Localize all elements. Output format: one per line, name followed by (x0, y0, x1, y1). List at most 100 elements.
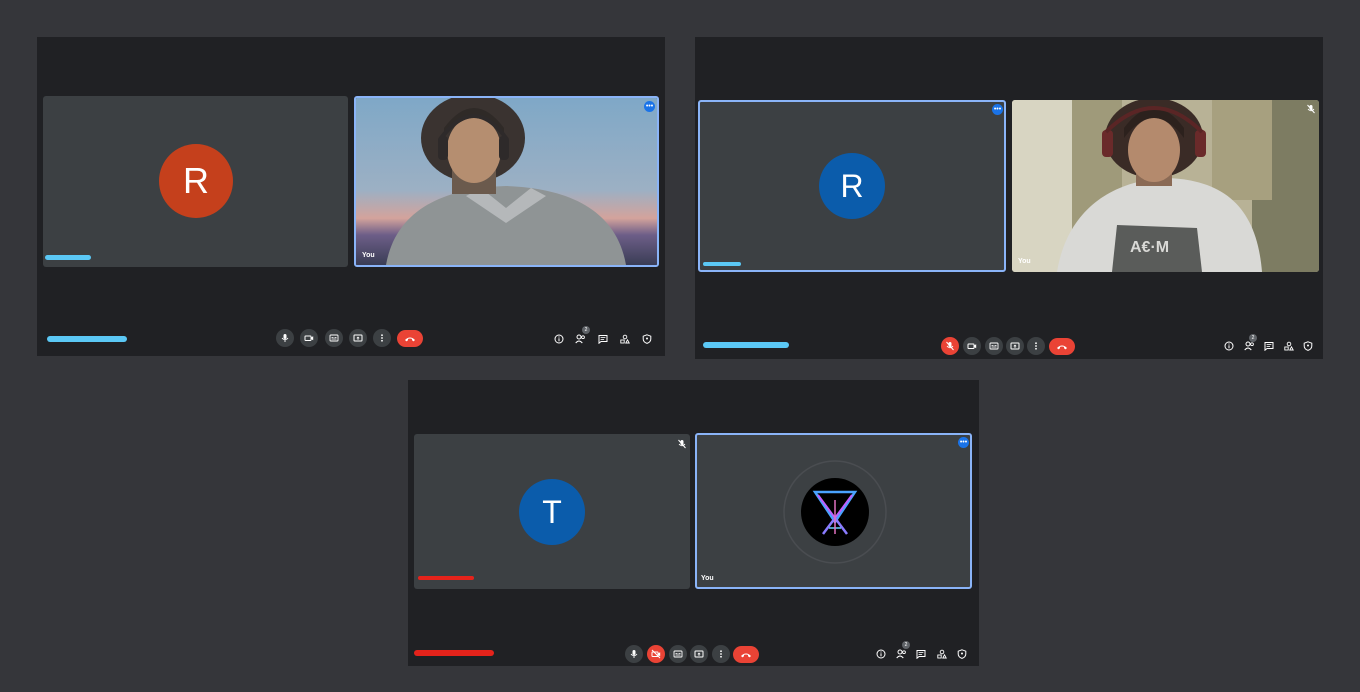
more-vert-icon (720, 650, 722, 658)
mic-muted-icon (1307, 104, 1315, 114)
participant-name-redacted (418, 576, 474, 580)
people-icon (574, 334, 585, 344)
mic-button[interactable] (941, 337, 959, 355)
chat-button[interactable] (915, 648, 927, 660)
present-screen-icon (353, 334, 363, 342)
mic-off-icon (946, 341, 954, 351)
captions-icon (673, 650, 683, 658)
mic-button[interactable] (625, 645, 643, 663)
shield-icon (957, 649, 967, 659)
more-options-button[interactable] (373, 329, 391, 347)
people-icon (1243, 341, 1254, 351)
participant-avatar: R (159, 144, 233, 218)
self-video-tile[interactable]: A€·M You (1012, 100, 1319, 272)
more-options-icon[interactable]: ••• (992, 104, 1003, 115)
present-button[interactable] (349, 329, 367, 347)
chat-button[interactable] (597, 333, 609, 345)
info-icon (876, 649, 886, 659)
activities-icon (1284, 341, 1294, 351)
host-controls-button[interactable] (1302, 340, 1314, 352)
leave-call-button[interactable] (1049, 338, 1075, 355)
host-controls-button[interactable] (956, 648, 968, 660)
info-icon (554, 334, 564, 344)
activities-icon (620, 334, 630, 344)
avatar-initial: R (183, 160, 209, 201)
captions-button[interactable] (985, 337, 1003, 355)
more-vert-icon (381, 334, 383, 342)
camera-button[interactable] (300, 329, 318, 347)
captions-button[interactable] (325, 329, 343, 347)
host-controls-button[interactable] (641, 333, 653, 345)
activities-button[interactable] (619, 333, 631, 345)
self-video-tile[interactable]: You ••• (695, 433, 972, 589)
hangup-icon (1057, 345, 1067, 349)
captions-icon (329, 334, 339, 342)
chat-icon (916, 650, 926, 659)
meeting-window-1: R You ••• 2 (37, 37, 665, 356)
self-camera-video: A€·M (1012, 100, 1319, 272)
meeting-details-button[interactable] (553, 333, 565, 345)
meeting-title-redacted (47, 336, 127, 342)
people-button[interactable] (895, 648, 907, 660)
present-screen-icon (694, 650, 704, 658)
participant-avatar: T (519, 479, 585, 545)
meeting-title-redacted (703, 342, 789, 348)
meeting-title-redacted (414, 650, 494, 656)
mic-muted-icon (678, 439, 686, 449)
meeting-window-3: T You ••• 2 (408, 380, 979, 666)
self-label: You (701, 575, 714, 582)
avatar-initial: R (840, 167, 864, 204)
camera-icon (304, 335, 314, 341)
present-button[interactable] (690, 645, 708, 663)
mic-icon (281, 334, 289, 342)
hangup-icon (405, 337, 415, 341)
camera-button[interactable] (963, 337, 981, 355)
camera-icon (967, 343, 977, 349)
participant-tile[interactable]: R ••• (698, 100, 1006, 272)
captions-button[interactable] (669, 645, 687, 663)
people-button[interactable] (574, 333, 586, 345)
participant-name-redacted (45, 255, 91, 260)
participant-count-badge: 2 (902, 641, 910, 649)
more-options-icon[interactable]: ••• (644, 101, 655, 112)
camera-button[interactable] (647, 645, 665, 663)
participant-tile[interactable]: R (43, 96, 348, 267)
mic-button[interactable] (276, 329, 294, 347)
self-label: You (1018, 258, 1031, 265)
captions-icon (989, 342, 999, 350)
self-video-tile[interactable]: You ••• (354, 96, 659, 267)
more-options-button[interactable] (712, 645, 730, 663)
self-camera-video (356, 98, 657, 265)
svg-text:A€·M: A€·M (1130, 239, 1169, 256)
leave-call-button[interactable] (733, 646, 759, 663)
chat-icon (598, 335, 608, 344)
more-options-button[interactable] (1027, 337, 1045, 355)
more-vert-icon (1035, 342, 1037, 350)
shield-icon (642, 334, 652, 344)
mic-icon (630, 650, 638, 658)
info-icon (1224, 341, 1234, 351)
participant-count-badge: 2 (1249, 334, 1257, 342)
present-screen-icon (1010, 342, 1020, 350)
people-icon (895, 649, 906, 659)
camera-off-icon (651, 649, 661, 659)
chat-button[interactable] (1263, 340, 1275, 352)
chat-icon (1264, 342, 1274, 351)
activities-icon (937, 649, 947, 659)
leave-call-button[interactable] (397, 330, 423, 347)
meeting-window-2: R ••• A€·M You 2 (695, 37, 1323, 359)
participant-count-badge: 2 (582, 326, 590, 334)
profile-logo (783, 460, 887, 564)
participant-name-redacted (703, 262, 741, 266)
activities-button[interactable] (1283, 340, 1295, 352)
present-button[interactable] (1006, 337, 1024, 355)
meeting-details-button[interactable] (875, 648, 887, 660)
activities-button[interactable] (936, 648, 948, 660)
meeting-details-button[interactable] (1223, 340, 1235, 352)
shield-icon (1303, 341, 1313, 351)
hangup-icon (741, 653, 751, 657)
self-label: You (362, 252, 375, 259)
more-options-icon[interactable]: ••• (958, 437, 969, 448)
avatar-initial: T (542, 493, 562, 530)
participant-tile[interactable]: T (414, 434, 690, 589)
